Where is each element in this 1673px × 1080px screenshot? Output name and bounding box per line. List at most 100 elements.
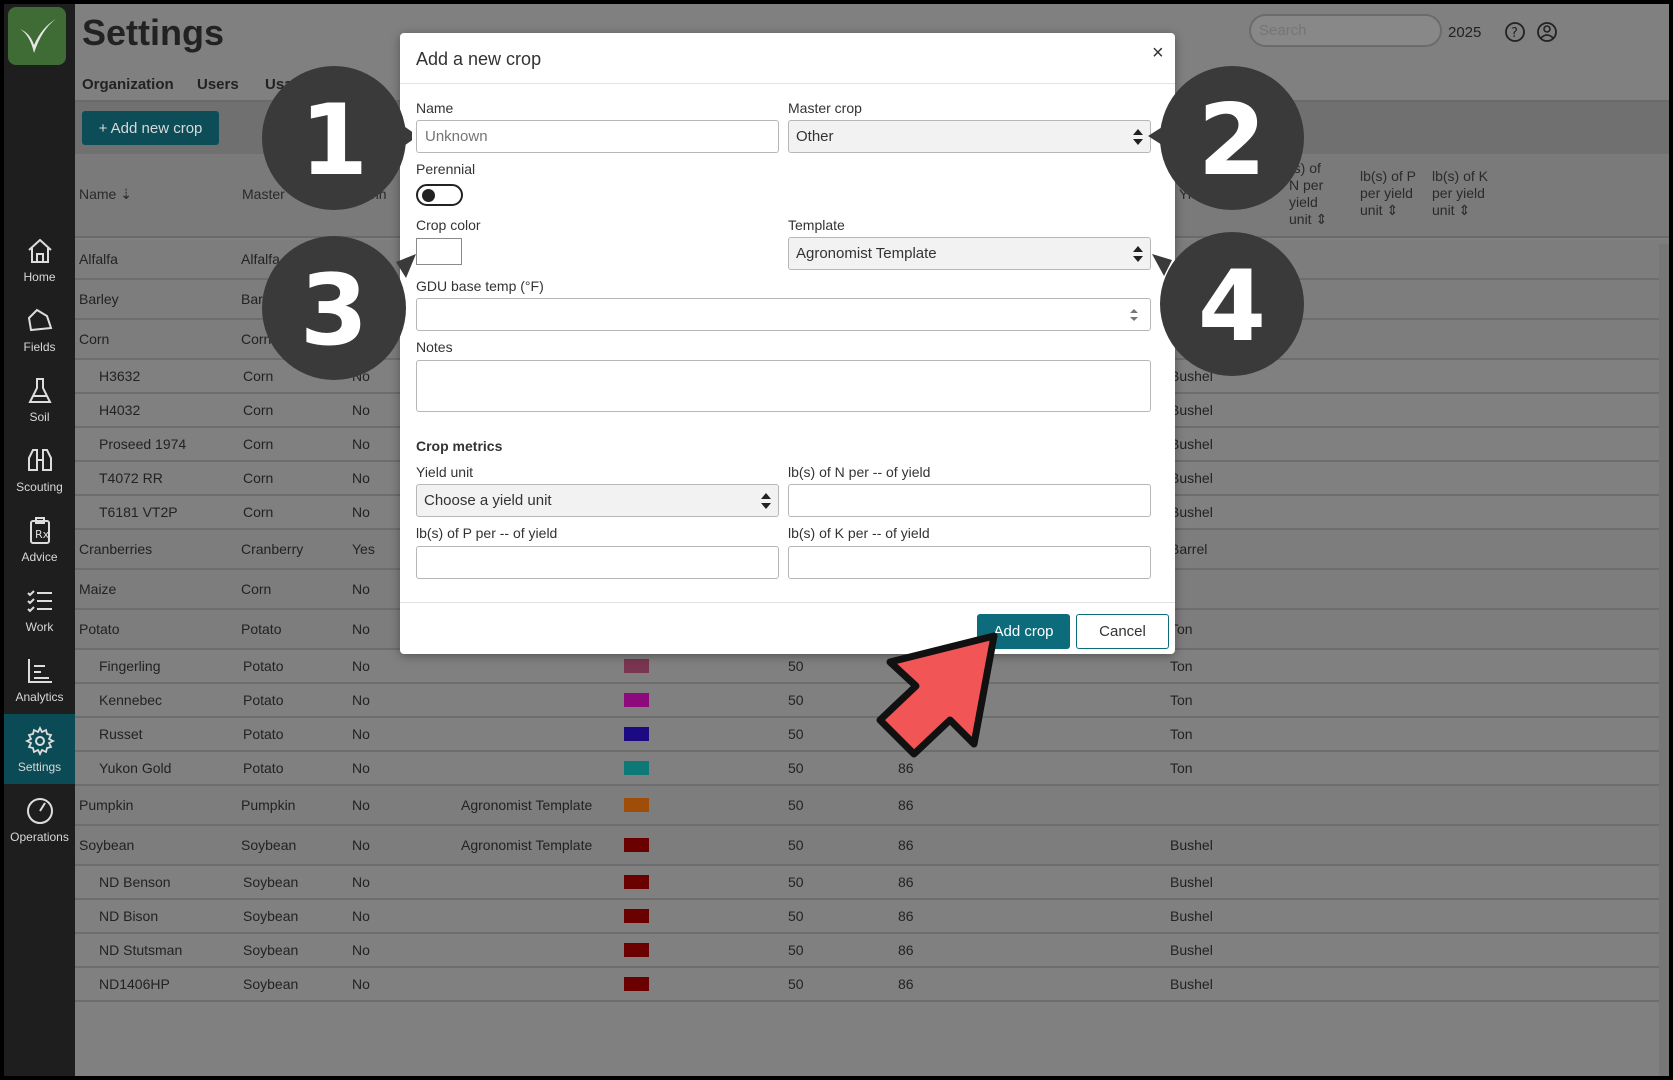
crop-name-cell: Alfalfa [79, 251, 118, 267]
perennial-cell: No [352, 692, 370, 708]
account-icon[interactable] [1536, 21, 1558, 43]
crop-name-cell: Russet [99, 726, 143, 742]
gdu-input[interactable] [416, 298, 1151, 331]
crop-name-cell: Proseed 1974 [99, 436, 187, 452]
column-header-k[interactable]: lb(s) of K per yield unit ⇕ [1432, 168, 1498, 219]
yield-unit-cell: Bushel [1170, 874, 1213, 890]
sidebar-item-home[interactable]: Home [4, 224, 75, 294]
sidebar-item-soil[interactable]: Soil [4, 364, 75, 434]
page-title: Settings [82, 12, 225, 53]
cancel-button[interactable]: Cancel [1076, 614, 1169, 649]
app-frame: Home Fields Soil Scouting Rx Advice Work… [4, 4, 1669, 1076]
perennial-cell: No [352, 726, 370, 742]
master-crop-cell: Soybean [243, 942, 299, 958]
perennial-toggle[interactable] [416, 184, 463, 206]
p-per-yield-input[interactable] [416, 546, 779, 579]
yield-unit-cell: Bushel [1170, 942, 1213, 958]
table-row[interactable]: ND Benson Soybean No 50 86 Bushel [75, 866, 1669, 900]
yield-unit-cell: Bushel [1170, 837, 1213, 853]
home-icon [28, 238, 52, 263]
app-logo[interactable] [8, 7, 66, 65]
notes-textarea[interactable] [416, 360, 1151, 412]
sort-icon: ⇣ [120, 186, 132, 202]
table-row[interactable]: Soybean Soybean No Agronomist Template 50 86 B… [75, 826, 1669, 866]
tab-users[interactable]: Users [197, 76, 239, 93]
column-header-p[interactable]: lb(s) of P per yield unit ⇕ [1360, 168, 1426, 219]
sidebar-item-label: Work [25, 620, 54, 634]
k-per-yield-label: lb(s) of K per -- of yield [788, 525, 930, 541]
svg-text:Rx: Rx [35, 528, 50, 541]
sidebar-item-advice[interactable]: Rx Advice [4, 504, 75, 574]
help-icon[interactable]: ? [1504, 21, 1526, 43]
sidebar-item-analytics[interactable]: Analytics [4, 644, 75, 714]
perennial-cell: No [352, 621, 370, 637]
header-line: lb(s) of K [1432, 168, 1489, 184]
name-input[interactable] [416, 120, 779, 153]
spinner-arrows-icon[interactable] [1130, 308, 1138, 322]
master-crop-value: Other [796, 128, 834, 145]
header-line: unit [1360, 202, 1383, 218]
master-crop-select[interactable]: Other [788, 120, 1151, 153]
crop-color-swatch [624, 761, 649, 775]
sidebar-item-fields[interactable]: Fields [4, 294, 75, 364]
callout-number: 4 [1198, 250, 1266, 364]
crop-color-swatch [624, 943, 649, 957]
master-crop-cell: Corn [241, 581, 272, 597]
fields-icon [27, 308, 53, 332]
table-row[interactable]: ND Stutsman Soybean No 50 86 Bushel [75, 934, 1669, 968]
perennial-label: Perennial [416, 161, 476, 177]
perennial-cell: No [352, 402, 370, 418]
yield-unit-select[interactable]: Choose a yield unit [416, 484, 779, 517]
rx-icon: Rx [30, 517, 50, 544]
crop-name-cell: Pumpkin [79, 797, 134, 813]
master-crop-cell: Corn [243, 470, 274, 486]
svg-text:?: ? [1511, 26, 1518, 41]
flask-icon [28, 378, 52, 403]
dialog-divider [400, 83, 1175, 84]
add-new-crop-button[interactable]: + Add new crop [82, 111, 219, 145]
callout-1: 1 [262, 66, 412, 210]
sidebar-item-scouting[interactable]: Scouting [4, 434, 75, 504]
crop-name-cell: Kennebec [99, 692, 163, 708]
master-crop-cell: Cranberry [241, 541, 304, 557]
sidebar-item-label: Home [23, 270, 56, 284]
callout-2: 2 [1148, 66, 1304, 210]
sidebar-item-label: Soil [29, 410, 50, 424]
chart-icon [28, 659, 52, 683]
crop-name-cell: ND Bison [99, 908, 159, 924]
master-crop-label: Master crop [788, 100, 862, 116]
yield-unit-cell: Bushel [1170, 976, 1213, 992]
perennial-cell: Yes [352, 541, 375, 557]
crop-color-swatch [624, 727, 649, 741]
crop-name-cell: T6181 VT2P [99, 504, 178, 520]
table-row[interactable]: Pumpkin Pumpkin No Agronomist Template 50 86 [75, 786, 1669, 826]
sidebar-item-work[interactable]: Work [4, 574, 75, 644]
yield-unit-cell: Bushel [1170, 436, 1213, 452]
binoculars-icon [28, 449, 52, 471]
perennial-cell: No [352, 942, 370, 958]
k-per-yield-input[interactable] [788, 546, 1151, 579]
sidebar-item-label: Analytics [15, 690, 64, 704]
gdu-cell: 50 [788, 797, 804, 813]
perennial-cell: No [352, 504, 370, 520]
crop-name-cell: ND1406HP [99, 976, 170, 992]
n-value-cell: 86 [898, 797, 914, 813]
year-selector[interactable]: 2025 [1448, 24, 1481, 41]
tab-organization[interactable]: Organization [82, 76, 174, 93]
template-select[interactable]: Agronomist Template [788, 237, 1151, 270]
callout-number: 3 [300, 254, 368, 368]
sidebar-item-settings[interactable]: Settings [4, 714, 75, 784]
table-scrollbar[interactable] [1659, 244, 1669, 1076]
column-header-name[interactable]: Name ⇣ [79, 186, 132, 203]
gdu-cell: 50 [788, 908, 804, 924]
search-input[interactable] [1249, 14, 1442, 47]
toggle-knob [422, 189, 435, 202]
sidebar-item-operations[interactable]: Operations [4, 784, 75, 854]
crop-color-picker[interactable] [416, 238, 462, 265]
table-row[interactable]: ND Bison Soybean No 50 86 Bushel [75, 900, 1669, 934]
header-line: per yield [1432, 185, 1485, 201]
yield-unit-cell: Barrel [1170, 541, 1208, 557]
callout-4: 4 [1152, 232, 1304, 376]
table-row[interactable]: ND1406HP Soybean No 50 86 Bushel [75, 968, 1669, 1002]
n-per-yield-input[interactable] [788, 484, 1151, 517]
